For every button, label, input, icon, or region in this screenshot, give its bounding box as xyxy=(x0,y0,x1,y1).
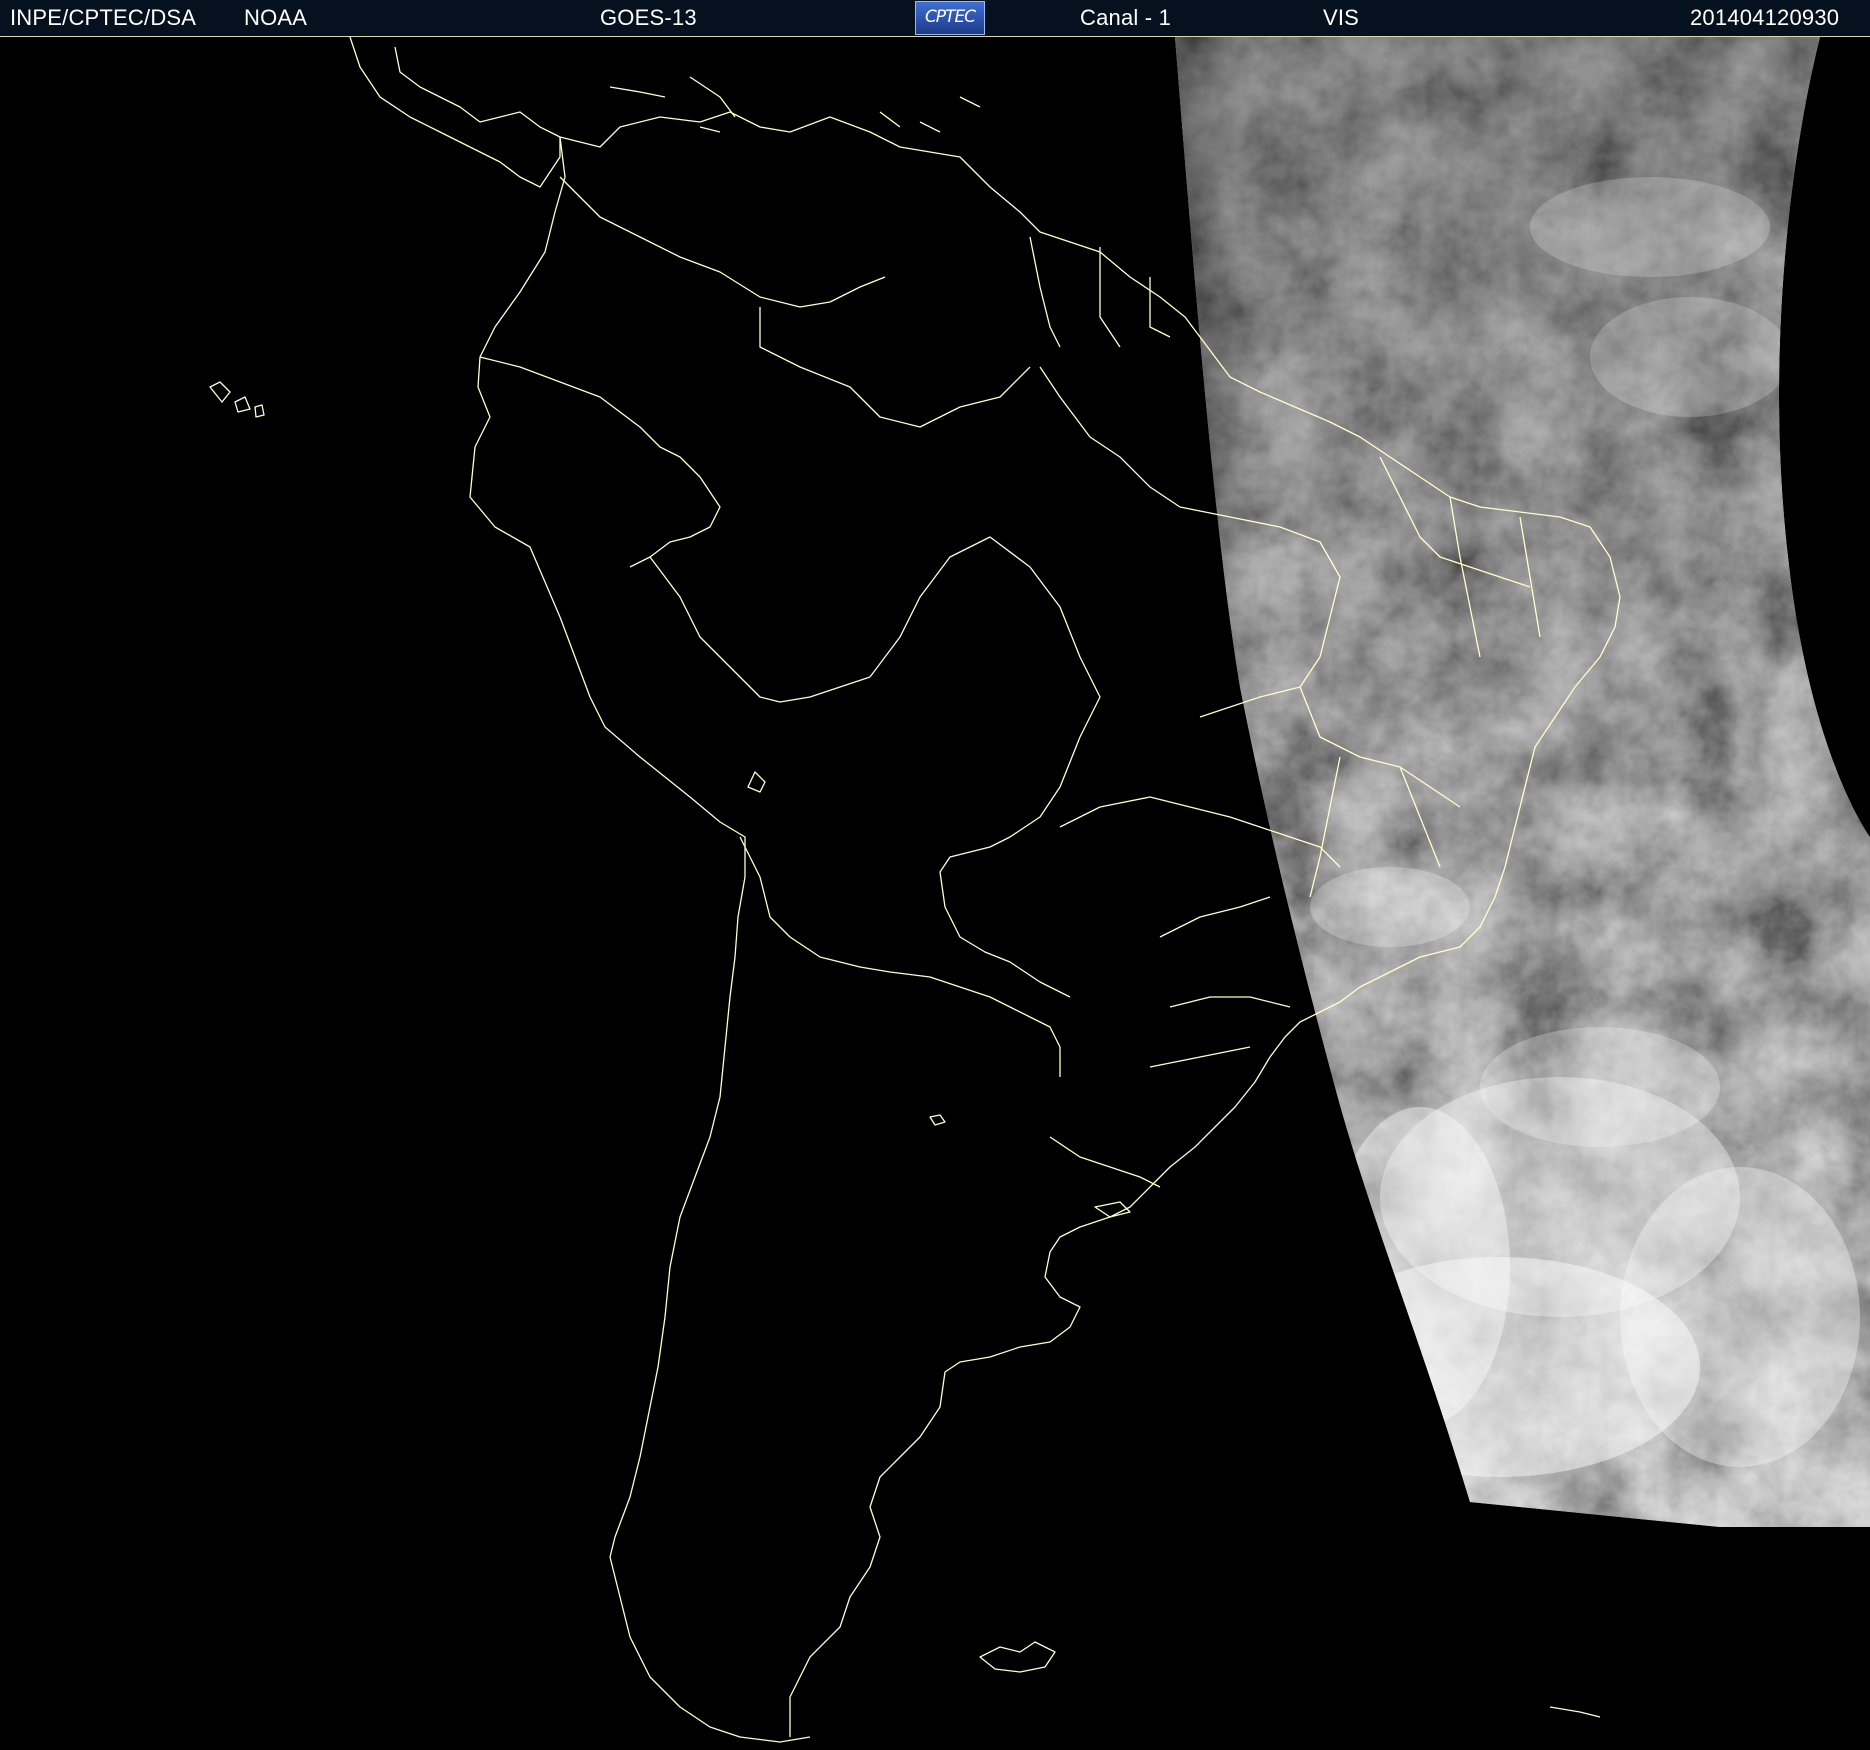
agency-label: NOAA xyxy=(244,5,308,30)
galapagos-islands xyxy=(209,381,265,418)
border-uruguay xyxy=(1049,1136,1161,1188)
map-canvas xyxy=(209,37,1870,1743)
lake-titicaca xyxy=(747,771,766,793)
cloud-imagery xyxy=(1175,37,1870,1527)
band-label: VIS xyxy=(1323,5,1360,30)
cptec-logo: CPTEC xyxy=(915,1,985,35)
institution-label: INPE/CPTEC/DSA xyxy=(10,5,197,30)
falkland-islands xyxy=(979,1641,1056,1673)
timestamp-label: 201404120930 xyxy=(1690,5,1840,30)
south-georgia xyxy=(1549,1706,1601,1718)
border-brazil-south xyxy=(1149,896,1291,1068)
border-venezuela-brazil xyxy=(759,307,1031,428)
cptec-logo-text: CPTEC xyxy=(924,7,976,27)
satellite-label: GOES-13 xyxy=(600,5,697,30)
small-island-1 xyxy=(929,1114,946,1126)
satellite-map xyxy=(0,37,1870,1750)
border-colombia-peru xyxy=(479,356,721,568)
border-argentina-chile xyxy=(739,836,1061,1077)
central-america-coast xyxy=(349,37,561,188)
border-bolivia-paraguay xyxy=(939,736,1081,998)
border-peru-brazil xyxy=(649,556,871,703)
pacific-coast xyxy=(469,136,811,1743)
border-colombia-venezuela xyxy=(559,176,886,308)
caribbean-islands xyxy=(609,76,981,133)
header-bar: INPE/CPTEC/DSA NOAA GOES-13 CPTEC Canal … xyxy=(0,0,1870,37)
border-brazil-bolivia xyxy=(869,536,1101,738)
channel-label: Canal - 1 xyxy=(1080,5,1172,30)
border-guianas xyxy=(1029,236,1171,348)
